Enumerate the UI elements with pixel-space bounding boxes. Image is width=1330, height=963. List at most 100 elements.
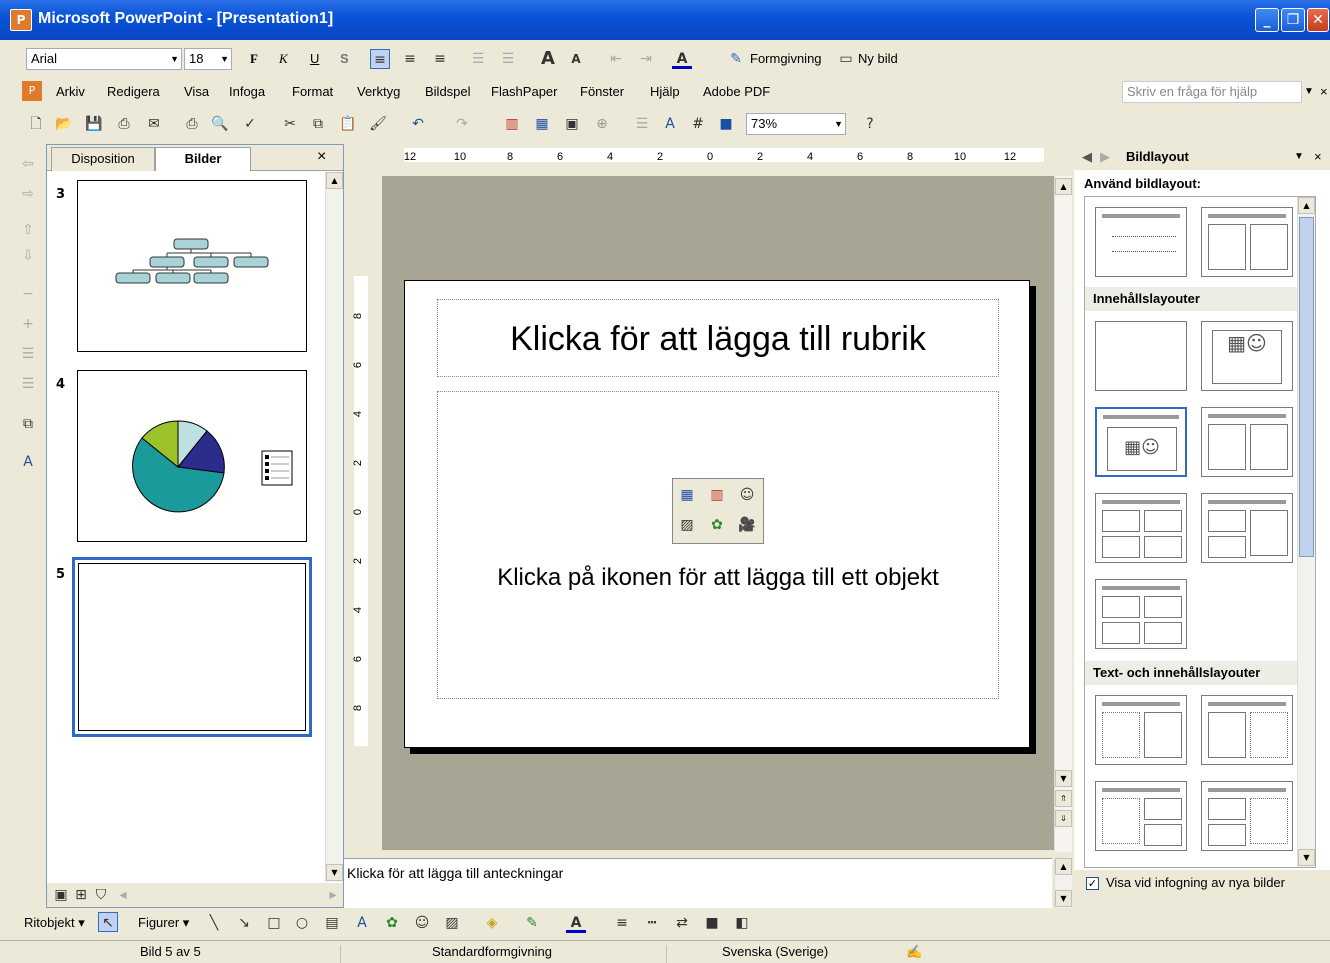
decrease-indent-icon[interactable]: ⇤ [606, 49, 626, 69]
expand-all-icon[interactable]: ☰ [632, 114, 652, 134]
underline-button[interactable]: U [310, 48, 319, 70]
collapse-all-icon[interactable]: ☰ [18, 344, 38, 364]
show-formatting-side-icon[interactable]: A [18, 452, 38, 472]
scroll-up-icon[interactable]: ▲ [1055, 858, 1072, 875]
hscroll-left-icon[interactable]: ◂ [113, 885, 133, 905]
powerpoint-app-icon[interactable]: P [10, 9, 32, 31]
tab-slides[interactable]: Bilder [155, 147, 251, 171]
dash-style-icon[interactable]: ┅ [642, 913, 662, 933]
slide-sorter-icon[interactable]: ⊞ [71, 885, 91, 905]
slide-thumbnail-3[interactable] [77, 180, 307, 352]
scroll-up-icon[interactable]: ▲ [1298, 197, 1315, 214]
arrow-style-icon[interactable]: ⇄ [672, 913, 692, 933]
new-file-icon[interactable]: 🗋 [26, 114, 46, 134]
insert-diagram-icon[interactable]: ✿ [707, 515, 727, 535]
clipart-icon[interactable]: ☺ [412, 913, 432, 933]
format-painter-icon[interactable]: 🖌 [368, 114, 388, 134]
menu-format[interactable]: Format [292, 81, 333, 103]
layout-content-and-text[interactable] [1201, 695, 1293, 765]
3d-style-icon[interactable]: ◧ [732, 913, 752, 933]
minimize-button[interactable]: _ [1255, 8, 1279, 32]
design-button[interactable]: Formgivning [750, 48, 822, 70]
thumbpane-scrollbar[interactable]: ▲ ▼ [325, 172, 343, 882]
spelling-icon[interactable]: ✓ [240, 114, 260, 134]
back-icon[interactable]: ◀ [1082, 146, 1092, 168]
insert-table-icon[interactable]: ▦ [532, 114, 552, 134]
hyperlink-icon[interactable]: ⊕ [592, 114, 612, 134]
oval-icon[interactable]: ○ [292, 913, 312, 933]
menu-visa[interactable]: Visa [184, 81, 209, 103]
scroll-up-icon[interactable]: ▲ [1055, 178, 1072, 195]
layout-title-content-over-two[interactable] [1095, 493, 1187, 563]
menu-fonster[interactable]: Fönster [580, 81, 624, 103]
zoom-combo[interactable]: 73% ▼ [746, 113, 846, 135]
layout-text-and-content[interactable] [1095, 695, 1187, 765]
menu-infoga[interactable]: Infoga [229, 81, 265, 103]
menu-redigera[interactable]: Redigera [107, 81, 160, 103]
italic-button[interactable]: K [279, 48, 288, 70]
arrow-icon[interactable]: ↘ [234, 913, 254, 933]
help-dropdown-icon[interactable]: ▼ [1304, 81, 1314, 103]
rectangle-icon[interactable]: □ [264, 913, 284, 933]
save-icon[interactable]: 💾 [84, 114, 104, 134]
select-pointer-icon[interactable]: ↖ [98, 912, 118, 932]
scroll-thumb[interactable] [1299, 217, 1314, 557]
taskpane-close-icon[interactable]: × [1314, 146, 1322, 168]
color-grayscale-icon[interactable]: ■ [716, 114, 736, 134]
email-icon[interactable]: ✉ [144, 114, 164, 134]
layout-two-content-and-text[interactable] [1201, 781, 1293, 851]
document-close-icon[interactable]: × [1320, 81, 1328, 103]
font-color-icon[interactable]: A [672, 49, 692, 69]
layout-title-text[interactable] [1095, 207, 1187, 277]
align-right-icon[interactable]: ≡ [430, 49, 450, 69]
line-color-icon[interactable]: ✎ [522, 913, 542, 933]
paste-icon[interactable]: 📋 [338, 114, 358, 134]
editor-scrollbar[interactable]: ▲ ▼ ⇑ ⇓ [1054, 176, 1072, 852]
normal-view-icon[interactable]: ▣ [51, 885, 71, 905]
align-center-icon[interactable]: ≡ [400, 49, 420, 69]
menu-hjalp[interactable]: Hjälp [650, 81, 680, 103]
move-up-icon[interactable]: ⇧ [18, 220, 38, 240]
insert-chart-icon[interactable]: ▥ [502, 114, 522, 134]
help-search-input[interactable]: Skriv en fråga för hjälp [1122, 81, 1302, 103]
next-slide-icon[interactable]: ⇓ [1055, 810, 1072, 827]
slide-thumbnail-4[interactable] [77, 370, 307, 542]
insert-picture-icon[interactable]: ▨ [677, 515, 697, 535]
expand-icon[interactable]: + [18, 314, 38, 334]
shadow-button[interactable]: S [340, 48, 349, 70]
font-color-draw-icon[interactable]: A [566, 913, 586, 933]
menu-arkiv[interactable]: Arkiv [56, 81, 85, 103]
cut-icon[interactable]: ✂ [280, 114, 300, 134]
show-formatting-icon[interactable]: A [660, 114, 680, 134]
layout-title-two-content[interactable] [1201, 407, 1293, 477]
new-slide-button[interactable]: Ny bild [858, 48, 898, 70]
help-icon[interactable]: ? [860, 114, 880, 134]
forward-icon[interactable]: ▶ [1100, 146, 1110, 168]
scroll-down-icon[interactable]: ▼ [1298, 849, 1315, 866]
diagram-icon[interactable]: ✿ [382, 913, 402, 933]
decrease-font-icon[interactable]: A [566, 49, 586, 69]
show-grid-icon[interactable]: # [688, 114, 708, 134]
design-icon[interactable]: ✎ [726, 49, 746, 69]
layout-content[interactable]: ▦☺ [1201, 321, 1293, 391]
print-preview-icon[interactable]: 🔍 [210, 114, 230, 134]
increase-indent-icon[interactable]: ⇥ [636, 49, 656, 69]
redo-icon[interactable]: ↷ [452, 114, 472, 134]
tables-borders-icon[interactable]: ▣ [562, 114, 582, 134]
bullets-icon[interactable]: ☰ [498, 49, 518, 69]
slide-thumbnail-5-selected[interactable] [72, 557, 312, 737]
increase-font-icon[interactable]: A [538, 49, 558, 69]
notes-pane[interactable]: Klicka för att lägga till anteckningar [344, 858, 1052, 908]
scroll-down-icon[interactable]: ▼ [326, 864, 343, 881]
previous-slide-icon[interactable]: ⇑ [1055, 790, 1072, 807]
hscroll-right-icon[interactable]: ▸ [323, 885, 343, 905]
scroll-down-icon[interactable]: ▼ [1055, 770, 1072, 787]
taskpane-menu-icon[interactable]: ▼ [1294, 146, 1304, 168]
shadow-style-icon[interactable]: ■ [702, 913, 722, 933]
document-icon[interactable]: P [22, 81, 42, 101]
show-on-insert-checkbox[interactable]: ✓ [1086, 877, 1099, 890]
fill-color-icon[interactable]: ◈ [482, 913, 502, 933]
layout-two-column-text[interactable] [1201, 207, 1293, 277]
menu-verktyg[interactable]: Verktyg [357, 81, 400, 103]
new-slide-icon[interactable]: ▭ [836, 49, 856, 69]
